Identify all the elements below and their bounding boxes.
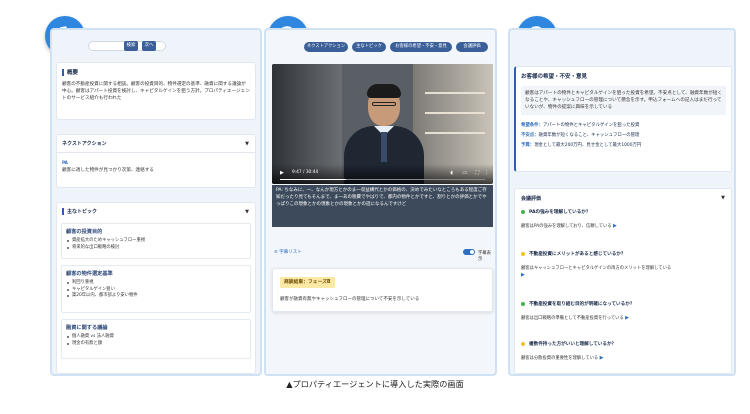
next-action-card: ネクストアクション ▼ PA 顧客に適した物件が見つかり次第、連絡する — [56, 134, 256, 188]
status-dot — [521, 341, 525, 346]
topics-title: 主なトピック — [67, 209, 98, 215]
topic-title: 顧客の物件選定基準 — [66, 271, 113, 277]
transcript-text: PA: ちなみに、一、なんか現方とかのま一収益構代とかの価格の、決めでみたいなと… — [272, 185, 493, 227]
phase-card — [272, 268, 493, 312]
play-icon[interactable]: ▶ — [613, 223, 617, 229]
fullscreen-icon[interactable]: ⛶ — [475, 170, 479, 176]
topic-item: 顧客の物件選定基準 利回り重視 キャピタルゲイン狙い 築20年以内、都市部より安… — [61, 265, 251, 313]
subtitle-list-button[interactable]: ≡ 字幕リスト — [274, 249, 302, 255]
summary-text: 顧客の不動産投資に関する相談。顧客の投資目的、物件選定の基準、融資に関する議論が… — [62, 82, 250, 101]
next-action-role: PA — [62, 160, 68, 165]
phase-text: 顧客が融資有無やキャッシュフローの管理について不安を示している — [280, 297, 420, 302]
summary-panel: 検索 次へ 概要 顧客の不動産投資に関する相談。顧客の投資目的、物件選定の基準、… — [50, 28, 262, 376]
tab-topics[interactable]: 主なトピック — [352, 42, 386, 52]
detail-row: 不安点：融資年数が短くなること、キャッシュフローの管理 — [521, 133, 640, 138]
more-icon[interactable]: ⋮ — [484, 170, 489, 176]
summary-card: 概要 顧客の不動産投資に関する相談。顧客の投資目的、物件選定の基準、融資に関する… — [56, 62, 256, 120]
topic-title: 融資に関する議論 — [66, 325, 108, 331]
customer-wishes-box: 顧客はアパートの物件とキャピタルゲインを狙った投資を希望。不安点として、融資年数… — [521, 86, 726, 115]
eval-question: 不動産投資にメリットがあると感じているか？ — [521, 251, 625, 257]
subtitle-toggle[interactable] — [463, 249, 475, 255]
play-icon[interactable]: ▶ — [521, 272, 525, 278]
video-panel: ネクストアクション 主なトピック お客様の希望・不安・意見 会議評価 ▶ 9:4… — [264, 28, 497, 376]
eval-answer: 顧客は出口戦略の準備として不動産投資を行っている ▶ — [521, 315, 630, 321]
topic-bullet: 現金の有無と額 — [66, 341, 246, 348]
evaluation-title: 会議評価 — [521, 196, 542, 202]
topic-title: 顧客の投資目的 — [66, 229, 103, 235]
figure-caption: ▲プロパティエージェントに導入した実際の画面 — [286, 379, 464, 389]
eval-answer: 顧客はPAの強みを理解しており、信頼している ▶ — [521, 223, 617, 229]
next-action-text: 顧客に適した物件が見つかり次第、連絡する — [62, 168, 154, 173]
video-progress-bar[interactable] — [280, 178, 485, 180]
play-icon[interactable]: ▶ — [280, 170, 284, 176]
customer-wishes-text: 顧客はアパートの物件とキャピタルゲインを狙った投資を希望。不安点として、融資年数… — [525, 91, 722, 110]
eval-answer: 顧客はキャッシュフローとキャピタルゲインの両方のメリットを理解している ▶ — [521, 266, 672, 278]
video-player[interactable]: ▶ 9:47 / 30:44 ◖ ▭ ⛶ ⋮ — [272, 64, 493, 184]
topic-bullet: 将来的な出口戦略の検討 — [66, 245, 246, 252]
status-dot — [521, 251, 525, 256]
video-time: 9:47 / 30:44 — [292, 170, 319, 175]
tab-next-action[interactable]: ネクストアクション — [304, 42, 348, 52]
play-icon[interactable]: ▶ — [600, 355, 604, 361]
summary-title: 概要 — [67, 70, 79, 76]
topic-item: 融資に関する議論 個人融資 vs 法人融資 現金の有無と額 — [61, 319, 251, 359]
captions-icon[interactable]: ▭ — [462, 170, 467, 176]
status-dot — [521, 209, 525, 214]
topic-bullet: 築20年以内、都市部より安い物件 — [66, 293, 246, 300]
detail-row: 予算：現金として最大200万円、見せ金として最大1000万円 — [521, 143, 642, 148]
customer-wishes-card: お客様の希望・不安・意見 顧客はアパートの物件とキャピタルゲインを狙った投資を希… — [514, 66, 732, 172]
eval-question: 複数件持った方がいいと理解しているか？ — [521, 341, 616, 347]
phase-badge: 商談結果：フェーズB — [280, 277, 335, 288]
chevron-down-icon[interactable]: ▼ — [721, 195, 725, 201]
subtitle-list-label: 字幕リスト — [279, 250, 302, 255]
eval-answer: 顧客は分散投資の重要性を理解している ▶ — [521, 355, 604, 361]
tab-customer-wishes[interactable]: お客様の希望・不安・意見 — [390, 42, 452, 52]
customer-wishes-title: お客様の希望・不安・意見 — [521, 74, 588, 80]
volume-icon[interactable]: ◖ — [450, 170, 453, 176]
play-icon[interactable]: ▶ — [625, 315, 629, 321]
tab-evaluation[interactable]: 会議評価 — [456, 42, 488, 52]
next-button[interactable]: 次へ — [142, 41, 156, 51]
customer-panel: お客様の希望・不安・意見 顧客はアパートの物件とキャピタルゲインを狙った投資を希… — [508, 28, 736, 376]
topics-card: 主なトピック ▼ 顧客の投資目的 資産拡大のためキャッシュフロー重視 将来的な出… — [56, 202, 256, 374]
evaluation-card: 会議評価 ▼ PAの強みを理解しているか？ 顧客はPAの強みを理解しており、信頼… — [514, 188, 732, 374]
status-dot — [521, 301, 525, 306]
topic-item: 顧客の投資目的 資産拡大のためキャッシュフロー重視 将来的な出口戦略の検討 — [61, 223, 251, 259]
chevron-down-icon[interactable]: ▼ — [245, 209, 249, 215]
eval-question: PAの強みを理解しているか？ — [521, 209, 591, 215]
eval-question: 不動産投資を取り組む目的が明確になっているか？ — [521, 301, 634, 307]
chevron-down-icon[interactable]: ▼ — [245, 141, 249, 147]
search-button[interactable]: 検索 — [124, 41, 138, 51]
detail-row: 希望条件：アパートの物件とキャピタルゲインを狙った投資 — [521, 123, 640, 128]
next-action-title: ネクストアクション — [62, 141, 107, 147]
subtitle-toggle-label: 字幕表示 — [478, 251, 491, 262]
